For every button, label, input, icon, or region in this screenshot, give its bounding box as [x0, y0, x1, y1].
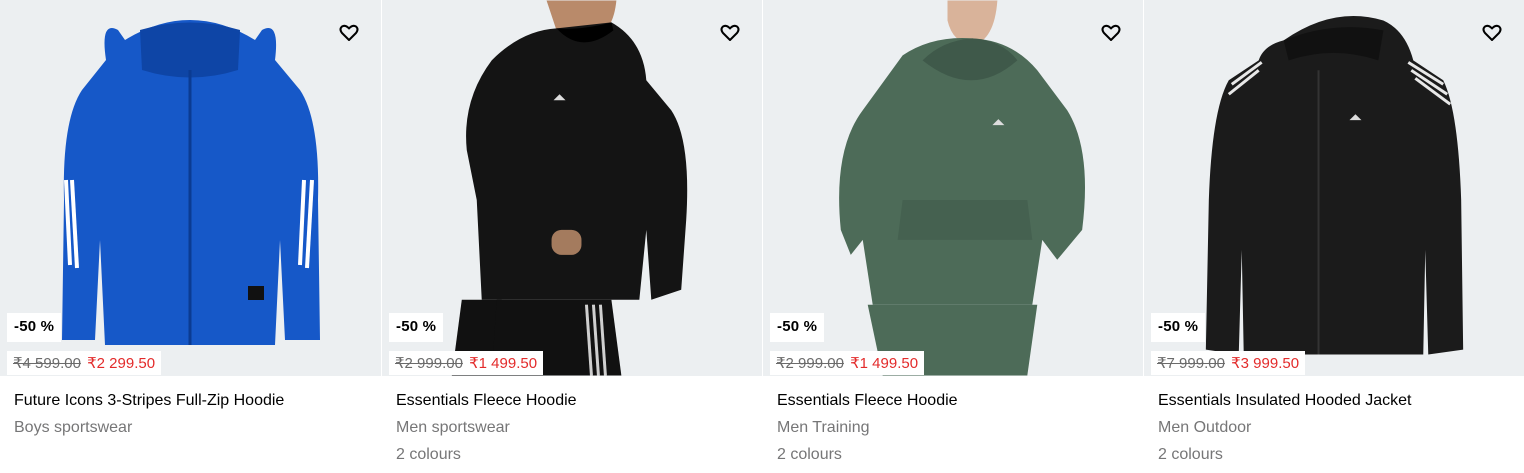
- product-card[interactable]: -50 % ₹4 599.00 ₹2 299.50 Future Icons 3…: [0, 0, 381, 473]
- colour-count: 2 colours: [396, 446, 461, 463]
- heart-outline-icon[interactable]: [1482, 23, 1502, 43]
- price-tag: ₹2 999.00 ₹1 499.50: [770, 351, 925, 375]
- heart-outline-icon[interactable]: [720, 23, 740, 43]
- discount-badge: -50 %: [389, 313, 444, 342]
- product-category: Men Outdoor: [1158, 419, 1252, 436]
- price-tag: ₹7 999.00 ₹3 999.50: [1151, 351, 1306, 375]
- product-grid: -50 % ₹4 599.00 ₹2 299.50 Future Icons 3…: [0, 0, 1524, 473]
- product-image[interactable]: -50 % ₹2 999.00 ₹1 499.50: [382, 0, 762, 376]
- product-card[interactable]: -50 % ₹7 999.00 ₹3 999.50 Essentials Ins…: [1143, 0, 1524, 473]
- product-category: Men Training: [777, 419, 870, 436]
- discount-badge: -50 %: [7, 313, 62, 342]
- product-info: Essentials Insulated Hooded Jacket Men O…: [1144, 376, 1524, 466]
- original-price: ₹4 599.00: [13, 355, 81, 372]
- sale-price: ₹3 999.50: [1231, 355, 1300, 372]
- product-info: Essentials Fleece Hoodie Men sportswear …: [382, 376, 762, 466]
- price-tag: ₹4 599.00 ₹2 299.50: [7, 351, 162, 375]
- price-tag: ₹2 999.00 ₹1 499.50: [389, 351, 544, 375]
- product-category: Boys sportswear: [14, 419, 133, 436]
- original-price: ₹2 999.00: [395, 355, 463, 372]
- product-name[interactable]: Essentials Fleece Hoodie: [396, 390, 748, 412]
- sale-price: ₹1 499.50: [469, 355, 538, 372]
- product-card[interactable]: -50 % ₹2 999.00 ₹1 499.50 Essentials Fle…: [762, 0, 1143, 473]
- product-image[interactable]: -50 % ₹2 999.00 ₹1 499.50: [763, 0, 1143, 376]
- discount-badge: -50 %: [770, 313, 825, 342]
- product-info: Future Icons 3-Stripes Full-Zip Hoodie B…: [0, 376, 381, 439]
- product-name[interactable]: Essentials Insulated Hooded Jacket: [1158, 390, 1510, 412]
- product-image[interactable]: -50 % ₹4 599.00 ₹2 299.50: [0, 0, 381, 376]
- discount-badge: -50 %: [1151, 313, 1206, 342]
- heart-outline-icon[interactable]: [1101, 23, 1121, 43]
- sale-price: ₹1 499.50: [850, 355, 919, 372]
- original-price: ₹7 999.00: [1157, 355, 1225, 372]
- product-name[interactable]: Essentials Fleece Hoodie: [777, 390, 1129, 412]
- heart-outline-icon[interactable]: [339, 23, 359, 43]
- sale-price: ₹2 299.50: [87, 355, 156, 372]
- product-name[interactable]: Future Icons 3-Stripes Full-Zip Hoodie: [14, 390, 367, 412]
- product-category: Men sportswear: [396, 419, 510, 436]
- original-price: ₹2 999.00: [776, 355, 844, 372]
- colour-count: 2 colours: [777, 446, 842, 463]
- product-info: Essentials Fleece Hoodie Men Training 2 …: [763, 376, 1143, 466]
- colour-count: 2 colours: [1158, 446, 1223, 463]
- product-card[interactable]: -50 % ₹2 999.00 ₹1 499.50 Essentials Fle…: [381, 0, 762, 473]
- product-image[interactable]: -50 % ₹7 999.00 ₹3 999.50: [1144, 0, 1524, 376]
